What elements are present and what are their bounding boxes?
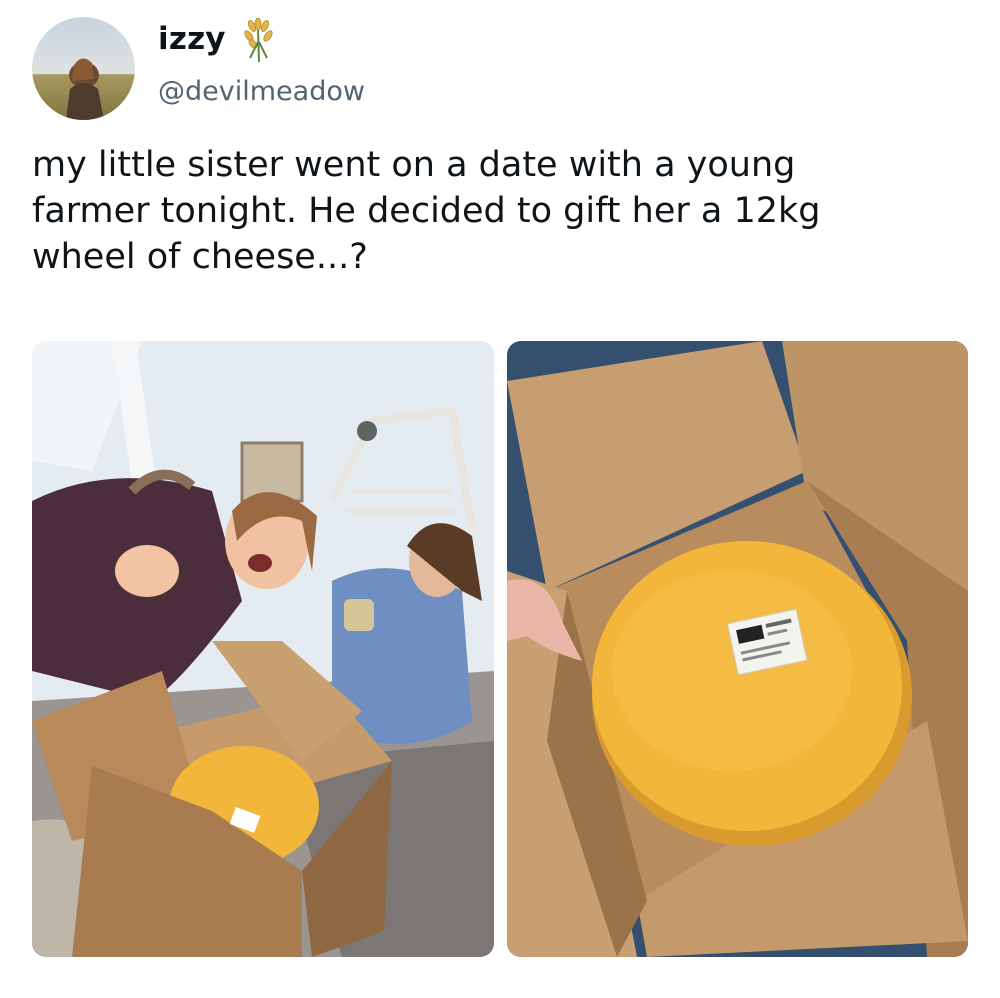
photo-cheese-wheel-in-box[interactable] xyxy=(507,341,968,957)
tweet-text-line: my little sister went on a date with a y… xyxy=(32,145,796,185)
tweet-text: my little sister went on a date with a y… xyxy=(32,142,962,280)
avatar[interactable] xyxy=(32,17,135,120)
tweet-text-line: farmer tonight. He decided to gift her a… xyxy=(32,191,821,231)
photo-girls-with-cheese-box[interactable] xyxy=(32,341,494,957)
user-handle[interactable]: @devilmeadow xyxy=(158,78,365,105)
avatar-photo xyxy=(32,17,135,120)
tweet-text-line: wheel of cheese...? xyxy=(32,237,368,277)
wheat-icon xyxy=(244,18,273,63)
display-name[interactable]: izzy xyxy=(158,24,226,55)
